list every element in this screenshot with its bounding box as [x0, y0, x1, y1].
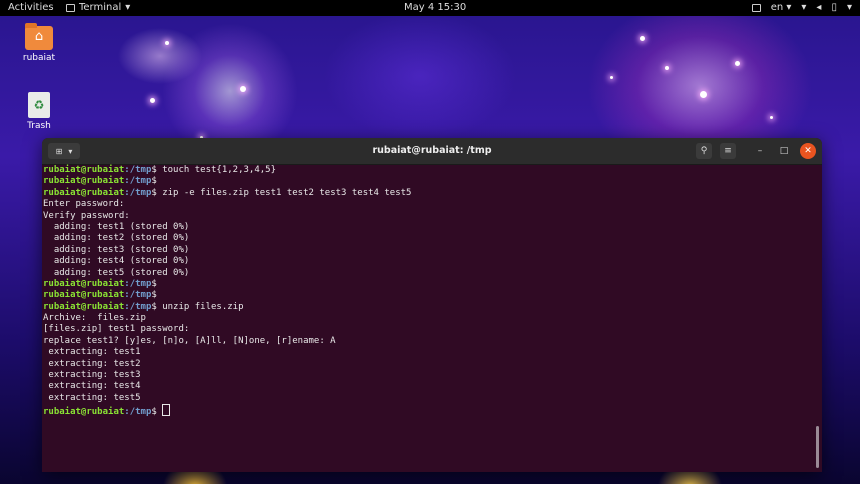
- menu-button[interactable]: ≡: [720, 143, 736, 159]
- terminal-output-line: Archive: files.zip: [43, 313, 146, 324]
- system-menu-chevron-icon[interactable]: ▾: [847, 0, 852, 16]
- prompt-symbol: $: [151, 278, 157, 289]
- activities-button[interactable]: Activities: [8, 0, 54, 16]
- terminal-output-line: adding: test3 (stored 0%): [43, 244, 190, 255]
- terminal-output[interactable]: rubaiat@rubaiat:/tmp$ touch test{1,2,3,4…: [42, 164, 813, 472]
- terminal-output-line: extracting: test1: [43, 347, 141, 358]
- text-cursor: [162, 404, 171, 417]
- language-label: en: [770, 2, 784, 13]
- terminal-prompt-line: rubaiat@rubaiat:/tmp$ zip -e files.zip t…: [43, 188, 813, 199]
- prompt-user: rubaiat@rubaiat: [43, 176, 125, 187]
- prompt-path: :/tmp: [124, 176, 152, 187]
- window-titlebar[interactable]: ⊞ ▾ rubaiat@rubaiat: /tmp ⚲ ≡ – □ ✕: [42, 138, 822, 165]
- command-text: touch test{1,2,3,4,5}: [156, 165, 277, 175]
- desktop-icon-label: Trash: [27, 121, 51, 131]
- prompt-path: :/tmp: [124, 407, 152, 418]
- prompt-user: rubaiat@rubaiat: [43, 301, 125, 312]
- minimize-button[interactable]: –: [752, 143, 768, 159]
- prompt-user: rubaiat@rubaiat: [43, 187, 125, 198]
- terminal-prompt-line: rubaiat@rubaiat:/tmp$: [43, 279, 813, 290]
- terminal-output-line: Enter password:: [43, 199, 125, 210]
- trash-icon: ♻: [28, 92, 50, 118]
- prompt-user: rubaiat@rubaiat: [43, 407, 125, 418]
- terminal-prompt-line: rubaiat@rubaiat:/tmp$ unzip files.zip: [43, 302, 813, 313]
- volume-icon[interactable]: ◂: [816, 0, 821, 16]
- screen-icon[interactable]: [751, 4, 761, 12]
- prompt-path: :/tmp: [124, 290, 152, 301]
- close-button[interactable]: ✕: [800, 143, 816, 159]
- terminal-output-line: adding: test2 (stored 0%): [43, 233, 190, 244]
- maximize-icon: □: [779, 146, 789, 156]
- search-icon: ⚲: [700, 146, 708, 156]
- home-folder-icon: [25, 23, 53, 50]
- terminal-output-line: adding: test1 (stored 0%): [43, 221, 190, 232]
- terminal-output-line: extracting: test4: [43, 381, 141, 392]
- scrollbar[interactable]: [816, 426, 819, 468]
- wifi-icon[interactable]: ▾: [801, 0, 806, 16]
- desktop-icon-home[interactable]: rubaiat: [15, 23, 63, 63]
- prompt-user: rubaiat@rubaiat: [43, 290, 125, 301]
- terminal-prompt-line: rubaiat@rubaiat:/tmp$ touch test{1,2,3,4…: [43, 165, 813, 176]
- prompt-path: :/tmp: [124, 165, 152, 175]
- terminal-output-line: extracting: test2: [43, 358, 141, 369]
- terminal-output-line: extracting: test3: [43, 370, 141, 381]
- prompt-path: :/tmp: [124, 278, 152, 289]
- terminal-prompt-line: rubaiat@rubaiat:/tmp$: [43, 176, 813, 187]
- chevron-down-icon: ▾: [125, 2, 131, 13]
- terminal-output-line: replace test1? [y]es, [n]o, [A]ll, [N]on…: [43, 335, 336, 346]
- prompt-user: rubaiat@rubaiat: [43, 165, 125, 175]
- top-bar: Activities Terminal ▾ May 4 15:30 en ▾ ▾…: [0, 0, 860, 16]
- terminal-prompt-line: rubaiat@rubaiat:/tmp$: [43, 404, 813, 418]
- terminal-window: ⊞ ▾ rubaiat@rubaiat: /tmp ⚲ ≡ – □ ✕ ruba…: [42, 138, 822, 472]
- app-menu-label: Terminal: [79, 2, 122, 13]
- battery-icon[interactable]: ▯: [831, 0, 837, 16]
- terminal-output-line: adding: test4 (stored 0%): [43, 256, 190, 267]
- prompt-symbol: $: [151, 176, 157, 187]
- terminal-prompt-line: rubaiat@rubaiat:/tmp$: [43, 290, 813, 301]
- prompt-user: rubaiat@rubaiat: [43, 278, 125, 289]
- hamburger-icon: ≡: [724, 146, 732, 156]
- language-indicator[interactable]: en ▾: [771, 0, 792, 16]
- maximize-button[interactable]: □: [776, 143, 792, 159]
- terminal-output-line: [files.zip] test1 password:: [43, 324, 190, 335]
- command-text: unzip files.zip: [156, 301, 244, 312]
- search-button[interactable]: ⚲: [696, 143, 712, 159]
- minimize-icon: –: [757, 146, 763, 156]
- close-icon: ✕: [804, 146, 812, 156]
- terminal-output-line: Verify password:: [43, 210, 130, 221]
- terminal-icon: [66, 4, 75, 12]
- app-menu[interactable]: Terminal ▾: [66, 0, 130, 16]
- terminal-output-line: adding: test5 (stored 0%): [43, 267, 190, 278]
- clock[interactable]: May 4 15:30: [404, 0, 466, 16]
- desktop-icon-trash[interactable]: ♻ Trash: [15, 92, 63, 131]
- command-text: zip -e files.zip test1 test2 test3 test4…: [156, 187, 412, 198]
- prompt-path: :/tmp: [124, 301, 152, 312]
- desktop-icon-label: rubaiat: [22, 53, 56, 63]
- prompt-symbol: $: [151, 290, 157, 301]
- terminal-output-line: extracting: test5: [43, 392, 141, 403]
- prompt-path: :/tmp: [124, 187, 152, 198]
